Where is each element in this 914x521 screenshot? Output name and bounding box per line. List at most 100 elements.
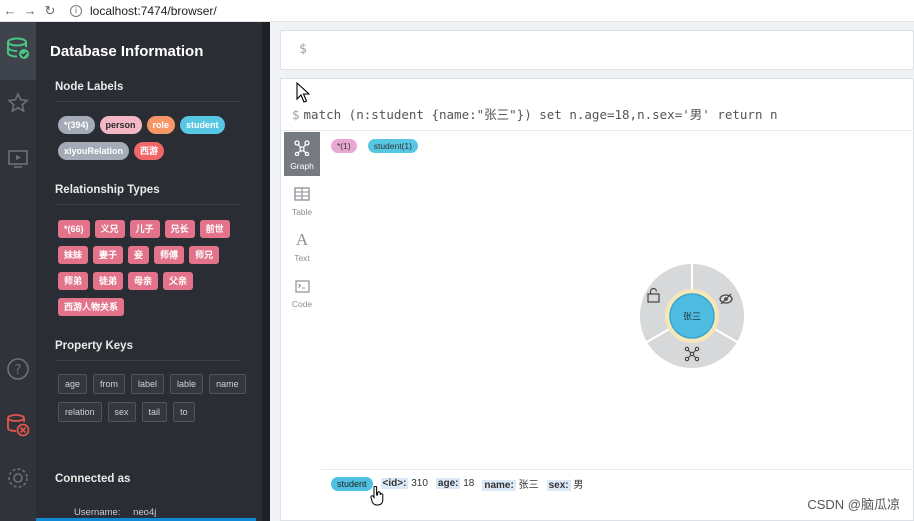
- play-screen-icon: [8, 150, 28, 168]
- relationship-type-chip[interactable]: 前世: [199, 220, 230, 238]
- property-keys-list: age from label lable name relation sex tail to: [58, 374, 248, 422]
- status-label-pill[interactable]: student: [331, 476, 373, 491]
- relationship-types-heading: Relationship Types: [55, 184, 160, 196]
- frame-command[interactable]: $ match (n:student {name:"张三"}) set n.age…: [281, 99, 914, 131]
- property-key-chip[interactable]: to: [173, 402, 195, 422]
- node-label-chip[interactable]: *(394): [58, 116, 95, 134]
- relationship-type-chip[interactable]: 师弟: [58, 272, 89, 290]
- help-nav-button[interactable]: ?: [0, 357, 36, 381]
- editor-prompt: $: [299, 42, 307, 57]
- database-information-drawer: Database Information Node Labels *(394) p…: [36, 22, 270, 521]
- tab-code[interactable]: Code: [284, 270, 320, 314]
- svg-text:?: ?: [15, 363, 22, 378]
- table-icon: [294, 187, 310, 201]
- relationship-type-chip[interactable]: 兄长: [164, 220, 195, 238]
- property-key-chip[interactable]: name: [209, 374, 246, 394]
- reload-icon[interactable]: ↻: [40, 3, 60, 19]
- connected-as-heading: Connected as: [55, 473, 131, 485]
- property-key-chip[interactable]: tail: [141, 402, 168, 422]
- result-overview: *(1) student(1): [331, 139, 418, 153]
- status-prop-age: age: 18: [435, 478, 475, 489]
- database-icon: [7, 37, 29, 59]
- drawer-title: Database Information: [50, 43, 204, 60]
- hand-cursor-icon: [370, 486, 384, 506]
- drawer-scrollbar[interactable]: [262, 22, 270, 521]
- tab-code-label: Code: [291, 299, 313, 309]
- node-labels-list: *(394) person role student xiyouRelation 西游: [58, 116, 248, 160]
- username-value: neo4j: [133, 507, 157, 518]
- relationship-type-chip[interactable]: 妹妹: [58, 246, 89, 264]
- node-label-chip[interactable]: xiyouRelation: [58, 142, 130, 160]
- graph-icon: [294, 140, 310, 157]
- relationship-type-chip[interactable]: 妾: [128, 246, 150, 264]
- relationship-types-list: *(66) 义兄 儿子 兄长 前世妹妹 妻子妾师傅 师兄师弟 徒弟 母亲 父亲西游人物关系: [58, 220, 248, 316]
- property-key-chip[interactable]: relation: [58, 402, 102, 422]
- node-label-chip[interactable]: role: [146, 116, 176, 134]
- node-caption: 张三: [683, 312, 701, 323]
- browser-toolbar: ← → ↻ i localhost:7474/browser/: [0, 0, 914, 22]
- connection-status-button[interactable]: [0, 412, 36, 438]
- result-frame: $ match (n:student {name:"张三"}) set n.age…: [280, 78, 914, 521]
- relationship-type-chip[interactable]: *(66): [58, 220, 90, 238]
- tab-graph[interactable]: Graph: [284, 132, 320, 176]
- status-prop-id: <id>: 310: [380, 478, 428, 489]
- address-bar[interactable]: localhost:7474/browser/: [90, 4, 217, 18]
- status-prop-sex: sex: 男: [546, 480, 584, 491]
- cypher-editor[interactable]: $: [280, 30, 914, 70]
- star-icon: [7, 92, 29, 113]
- main-stream: $ $ match (n:student {name:"张三"}) set n.a…: [270, 22, 914, 521]
- tab-graph-label: Graph: [290, 161, 314, 171]
- divider: [55, 204, 241, 205]
- overview-student-label[interactable]: student(1): [367, 139, 418, 153]
- gear-icon: [8, 468, 28, 488]
- relationship-type-chip[interactable]: 母亲: [128, 272, 159, 290]
- text-icon: A: [295, 230, 309, 249]
- mouse-pointer-icon: [296, 82, 310, 103]
- settings-nav-button[interactable]: [0, 466, 36, 490]
- property-key-chip[interactable]: age: [58, 374, 88, 394]
- overview-all-nodes[interactable]: *(1): [331, 139, 357, 153]
- command-prompt: $: [292, 107, 300, 122]
- relationship-type-chip[interactable]: 徒弟: [93, 272, 124, 290]
- status-prop-name: name: 张三: [482, 480, 539, 491]
- connected-user: Username: neo4j: [74, 507, 156, 518]
- code-icon: [294, 280, 310, 293]
- property-key-chip[interactable]: lable: [170, 374, 204, 394]
- tab-text-label: Text: [294, 253, 310, 263]
- database-disconnected-icon: [7, 414, 30, 437]
- favorites-nav-button[interactable]: [0, 92, 36, 114]
- tab-table-label: Table: [291, 207, 313, 217]
- relationship-type-chip[interactable]: 师傅: [154, 246, 185, 264]
- property-key-chip[interactable]: label: [131, 374, 165, 394]
- view-tabs: Graph Table A Text Code: [284, 132, 320, 322]
- divider: [55, 101, 241, 102]
- node-label-chip[interactable]: person: [99, 116, 142, 134]
- relationship-type-chip[interactable]: 师兄: [189, 246, 220, 264]
- help-icon: ?: [7, 358, 29, 380]
- node-labels-heading: Node Labels: [55, 81, 124, 93]
- graph-canvas: 张三: [638, 261, 746, 370]
- property-keys-heading: Property Keys: [55, 340, 133, 352]
- site-info-icon[interactable]: i: [70, 4, 82, 17]
- forward-arrow-icon[interactable]: →: [20, 3, 40, 18]
- node-label-chip[interactable]: student: [180, 116, 225, 134]
- sidebar-rail: ?: [0, 22, 36, 521]
- property-key-chip[interactable]: sex: [107, 402, 136, 422]
- property-key-chip[interactable]: from: [93, 374, 126, 394]
- neo4j-browser-window: ← → ↻ i localhost:7474/browser/ ? Databa…: [0, 0, 914, 521]
- relationship-type-chip[interactable]: 西游人物关系: [58, 298, 125, 316]
- back-arrow-icon[interactable]: ←: [0, 3, 20, 18]
- graph-status-bar: student <id>: 310 age: 18 name: 张三 sex: …: [321, 469, 914, 497]
- tab-text[interactable]: A Text: [284, 224, 320, 268]
- relationship-type-chip[interactable]: 义兄: [94, 220, 125, 238]
- relationship-type-chip[interactable]: 儿子: [129, 220, 160, 238]
- watermark: CSDN @脑瓜凉: [807, 497, 900, 512]
- command-text: match (n:student {name:"张三"}) set n.age=…: [303, 107, 778, 122]
- relationship-type-chip[interactable]: 父亲: [163, 272, 194, 290]
- tab-table[interactable]: Table: [284, 178, 320, 222]
- node-label-chip[interactable]: 西游: [134, 142, 165, 160]
- relationship-type-chip[interactable]: 妻子: [93, 246, 124, 264]
- database-nav-button[interactable]: [0, 22, 36, 80]
- username-label: Username:: [74, 507, 121, 518]
- guides-nav-button[interactable]: [0, 148, 36, 170]
